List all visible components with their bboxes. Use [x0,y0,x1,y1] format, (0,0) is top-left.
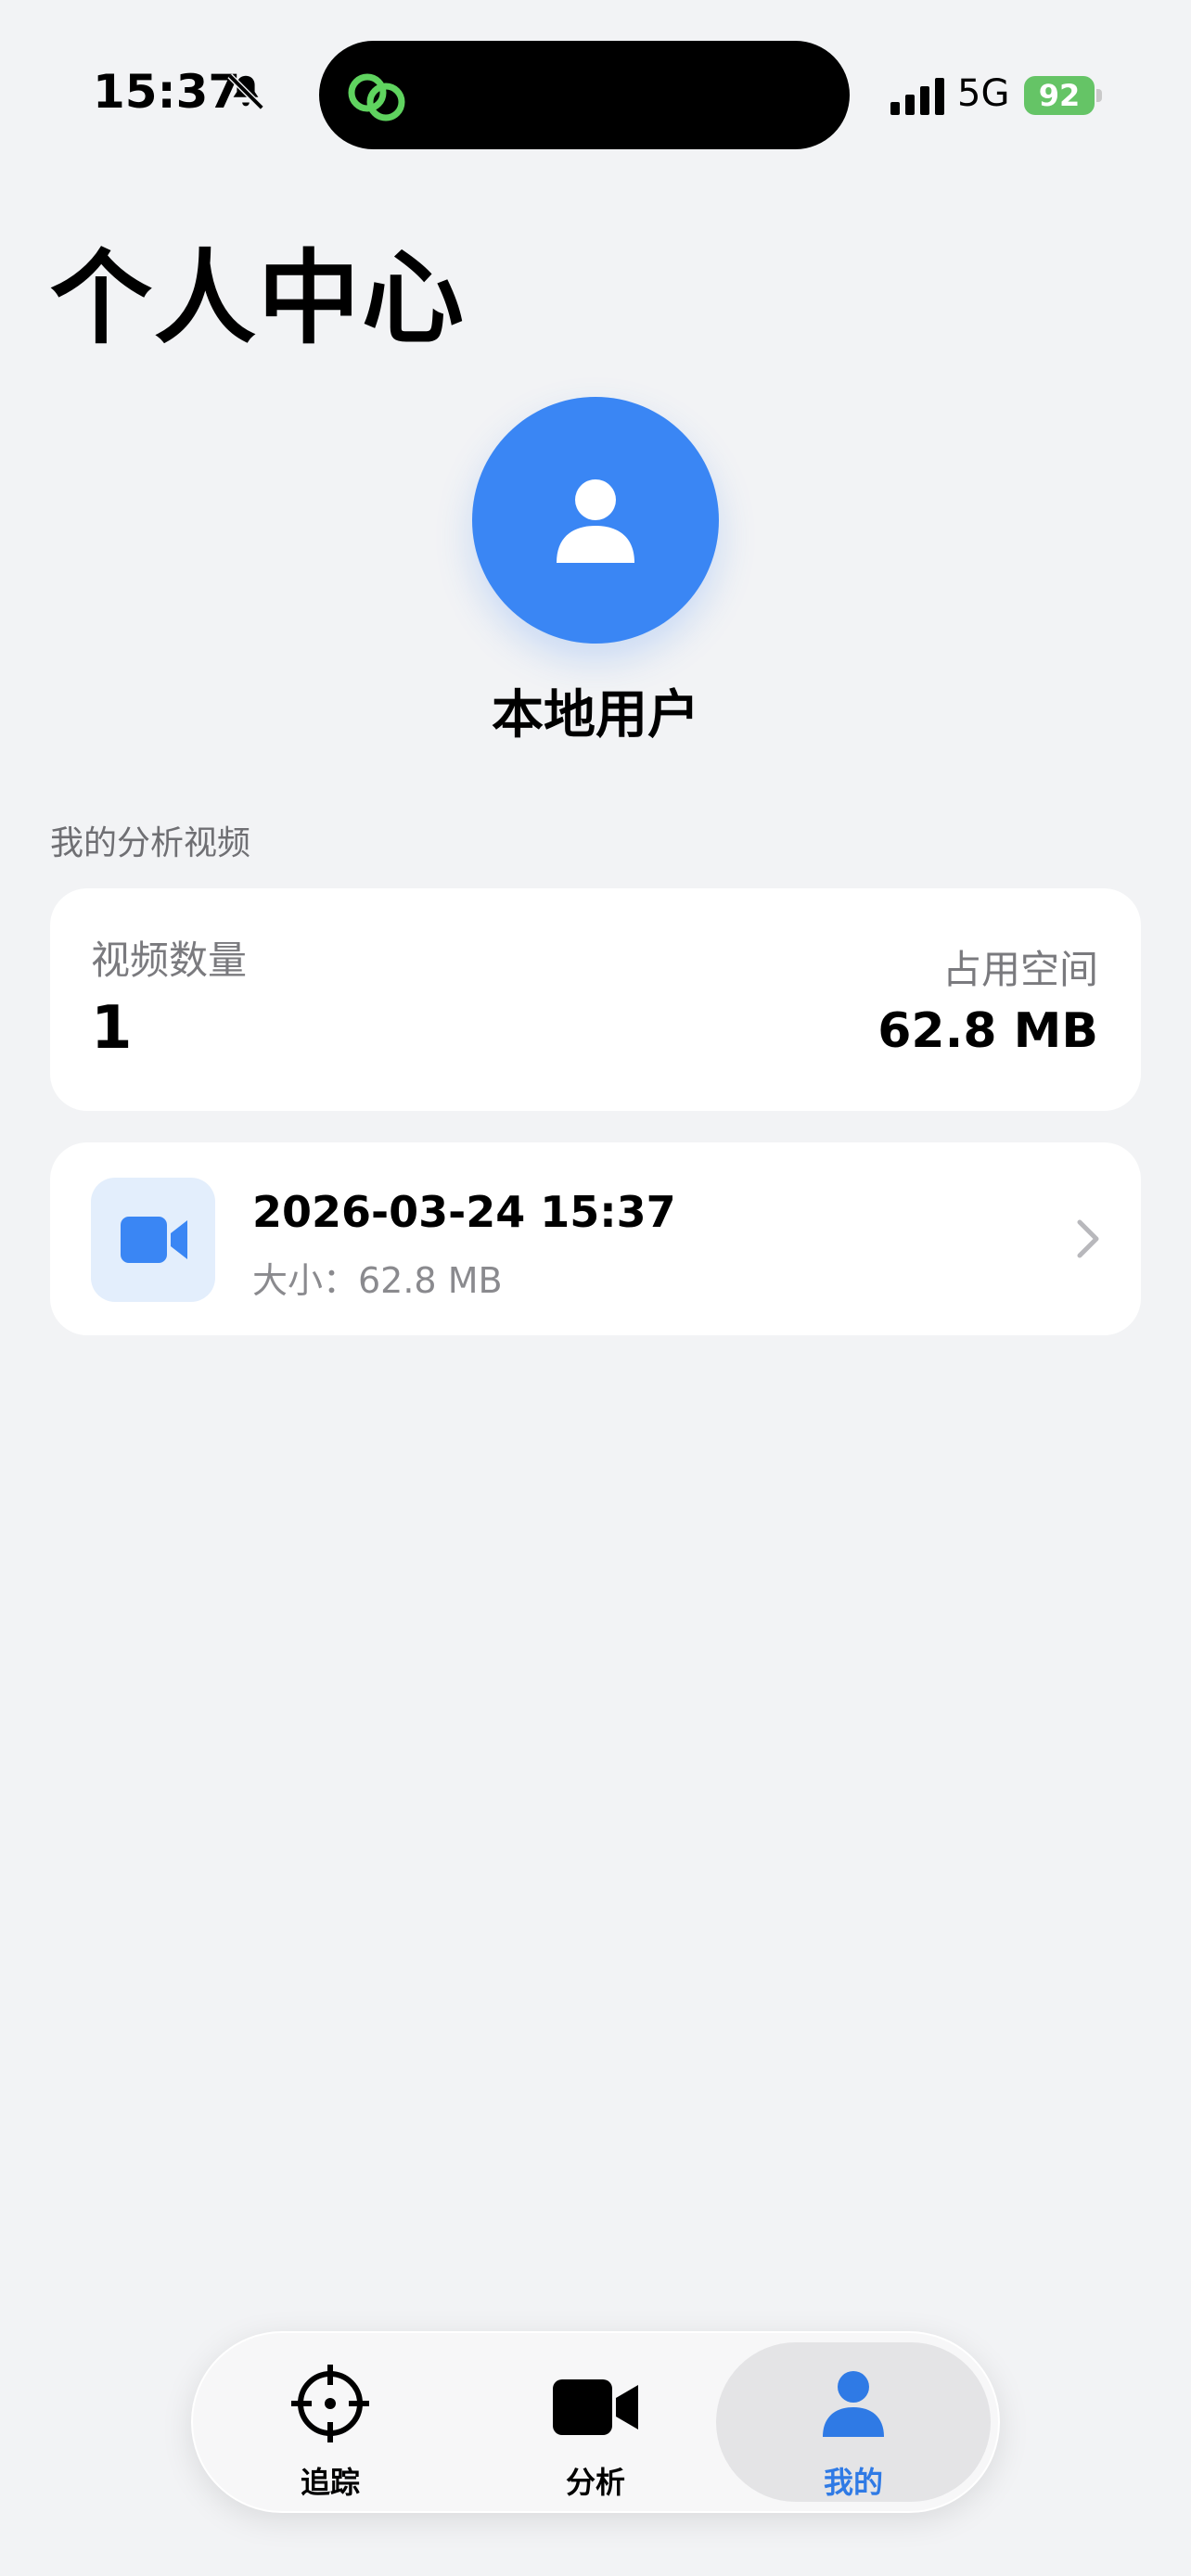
list-item[interactable]: 2026-03-24 15:37 大小：62.8 MB [50,1142,1141,1335]
page-title: 个人中心 [50,239,466,358]
status-time: 15:37 [93,65,241,119]
battery-tip [1096,89,1102,102]
video-camera-icon [121,1217,187,1263]
tab-analysis[interactable]: 分析 [458,2342,733,2502]
tab-tracking-label: 追踪 [300,2465,360,2500]
link-icon [348,73,405,121]
person-icon [823,2371,884,2437]
video-title: 2026-03-24 15:37 [252,1187,676,1237]
battery-charging-icon: 92 [1024,76,1095,115]
video-size: 大小：62.8 MB [252,1260,503,1301]
bell-slash-icon [227,73,264,110]
battery-level: 92 [1038,78,1081,113]
avatar[interactable] [472,397,719,644]
video-thumbnail [91,1178,215,1302]
tab-bar: 追踪 分析 我的 [191,2331,1000,2513]
stats-card: 视频数量 1 占用空间 62.8 MB [50,888,1141,1111]
storage-used-value: 62.8 MB [877,1003,1098,1059]
user-name: 本地用户 [492,685,699,746]
storage-used-label: 占用空间 [941,947,1098,992]
chevron-right-icon [1077,1219,1099,1258]
video-camera-icon [553,2379,638,2435]
section-label: 我的分析视频 [50,824,251,862]
crosshair-icon [291,2365,369,2442]
tab-tracking[interactable]: 追踪 [193,2342,467,2502]
video-count-value: 1 [91,994,133,1063]
profile-page: 15:37 5G 92 个人中心 本地用户 我的分析视频 视频数量 1 占用空间… [0,0,1191,2576]
video-count-label: 视频数量 [91,937,248,983]
tab-analysis-label: 分析 [565,2465,625,2500]
person-icon [557,479,634,563]
network-label: 5G [957,72,1010,115]
signal-icon [890,78,944,115]
tab-mine-label: 我的 [823,2465,883,2500]
tab-mine[interactable]: 我的 [716,2342,991,2502]
